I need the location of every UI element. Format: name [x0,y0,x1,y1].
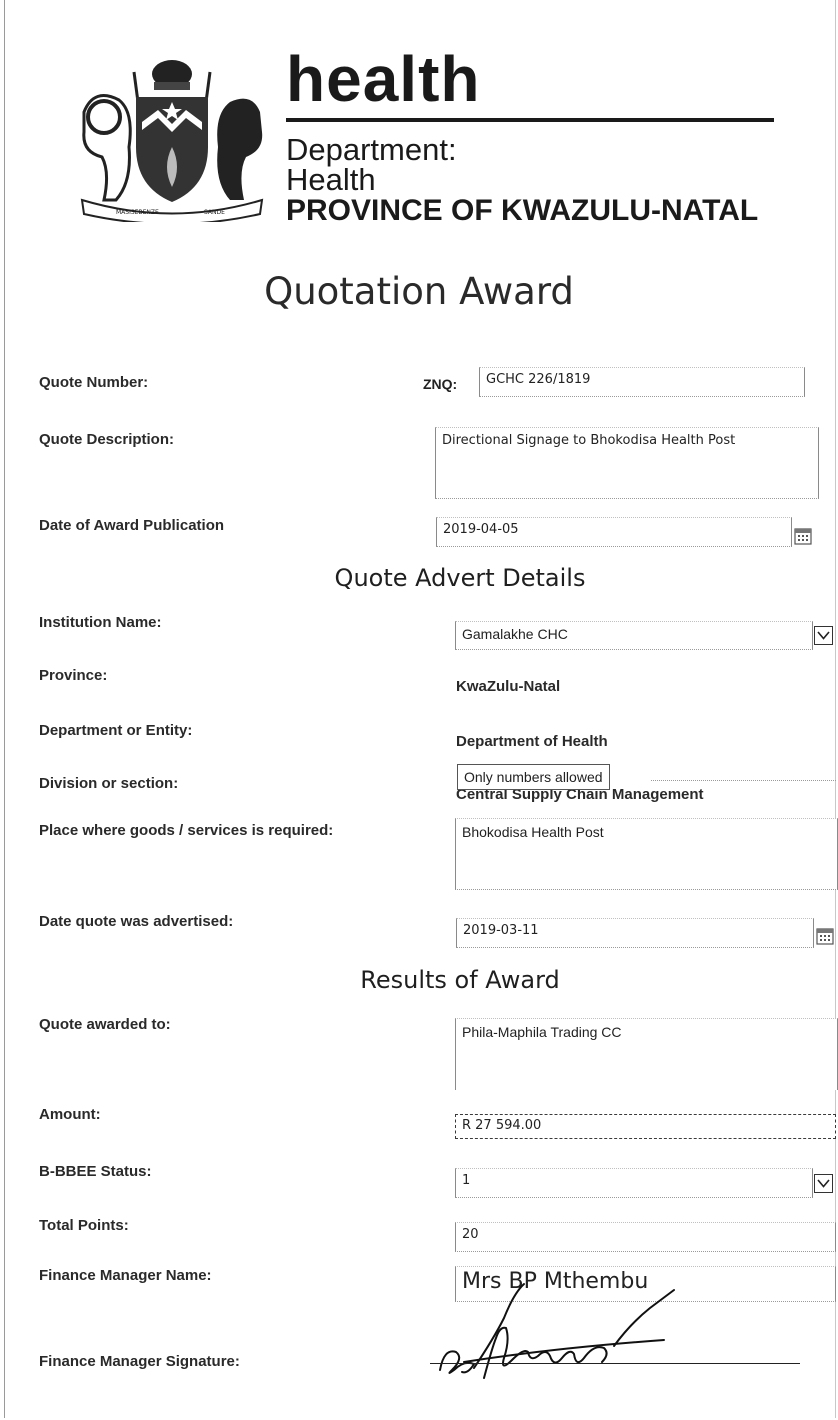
awarded-to-label: Quote awarded to: [39,1016,171,1033]
province-value: KwaZulu-Natal [456,678,561,695]
header-department-name: Health [286,162,376,197]
header-title: health [286,43,481,115]
quote-number-field[interactable]: GCHC 226/1819 [479,367,805,397]
quote-description-label: Quote Description: [39,431,175,448]
chevron-down-icon [817,631,830,640]
signature-image [439,1283,675,1379]
finance-manager-name-label: Finance Manager Name: [39,1267,212,1284]
quote-number-prefix: ZNQ: [423,376,458,392]
awarded-to-field[interactable]: Phila-Maphila Trading CC [455,1018,838,1090]
header-province: PROVINCE OF KWAZULU-NATAL [286,194,759,227]
amount-label: Amount: [39,1106,101,1123]
institution-label: Institution Name: [39,614,162,631]
division-label: Division or section: [39,775,179,792]
place-field[interactable]: Bhokodisa Health Post [455,818,838,890]
quote-description-field[interactable]: Directional Signage to Bhokodisa Health … [435,427,819,499]
validation-tooltip: Only numbers allowed [457,764,610,790]
results-section-title: Results of Award [360,966,560,994]
advertised-date-field[interactable]: 2019-03-11 [456,918,814,948]
tooltip-divider [651,780,836,781]
advert-section-title: Quote Advert Details [334,564,586,592]
calendar-icon[interactable] [816,928,834,945]
total-points-field[interactable]: 20 [455,1222,836,1252]
total-points-label: Total Points: [39,1217,129,1234]
coat-of-arms-icon: MASISEBENZE SANDE [80,60,264,222]
bbbee-dropdown-button[interactable] [814,1174,833,1193]
province-label: Province: [39,667,108,684]
institution-dropdown-button[interactable] [814,626,833,645]
department-label: Department or Entity: [39,722,193,739]
svg-text:SANDE: SANDE [204,209,225,216]
advertised-date-label: Date quote was advertised: [39,913,234,930]
header-rule [286,118,774,122]
bbbee-select[interactable]: 1 [455,1168,813,1198]
finance-manager-signature-label: Finance Manager Signature: [39,1353,240,1370]
award-date-field[interactable]: 2019-04-05 [436,517,792,547]
signature-line [430,1363,800,1364]
institution-select[interactable]: Gamalakhe CHC [455,621,813,650]
document-title: Quotation Award [264,270,574,313]
calendar-icon[interactable] [794,528,812,545]
award-date-label: Date of Award Publication [39,517,225,534]
department-value: Department of Health [456,733,608,750]
place-label: Place where goods / services is required… [39,822,334,839]
chevron-down-icon [817,1179,830,1188]
quote-number-label: Quote Number: [39,374,149,391]
amount-field[interactable]: R 27 594.00 [455,1114,836,1139]
bbbee-label: B-BBEE Status: [39,1163,152,1180]
svg-text:MASISEBENZE: MASISEBENZE [116,209,159,216]
